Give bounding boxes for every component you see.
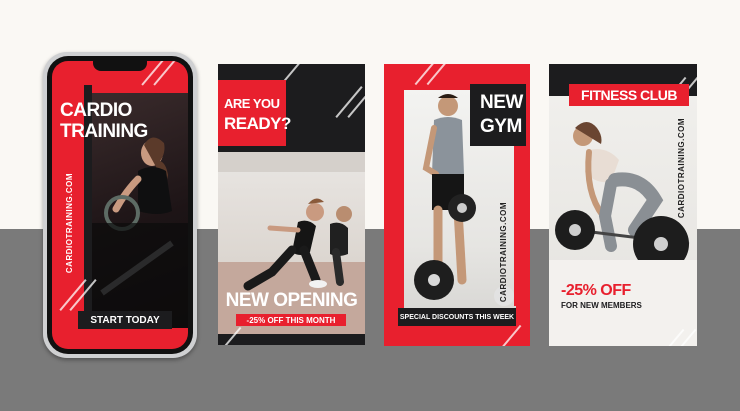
new-members-text: FOR NEW MEMBERS [561, 301, 642, 310]
phone-title-line1: CARDIO [60, 100, 132, 121]
phone-screen: CARDIO TRAINING CARDIOTRAINING.COM START… [52, 61, 188, 349]
headline-line2: GYM [480, 116, 522, 137]
headline-line1: ARE YOU [224, 96, 280, 111]
phone-notch [93, 61, 147, 71]
special-discount-text: SPECIAL DISCOUNTS THIS WEEK [399, 313, 515, 321]
start-today-label: START TODAY [90, 314, 160, 326]
fitness-club-text: FITNESS CLUB [581, 87, 677, 103]
phone-mockup: CARDIO TRAINING CARDIOTRAINING.COM START… [43, 52, 197, 358]
gym-website-text: CARDIOTRAINING.COM [499, 202, 508, 303]
decor-stripe [500, 324, 522, 346]
story-card-new-opening: ARE YOU READY? NEW OPENING -25% OFF THIS… [218, 64, 365, 345]
phone-website-text: CARDIOTRAINING.COM [65, 173, 74, 274]
start-today-button[interactable]: START TODAY [78, 311, 172, 329]
headline-line1: NEW [480, 92, 523, 113]
decor-stripe [414, 64, 436, 86]
story-card-new-gym: NEW GYM CARDIOTRAINING.COM SPECIAL DISCO… [384, 64, 530, 346]
offer-text: -25% OFF THIS MONTH [246, 315, 336, 325]
fitness-website-text: CARDIOTRAINING.COM [677, 118, 686, 219]
headline-line2: READY? [224, 114, 291, 133]
fitness-club-banner: FITNESS CLUB [569, 84, 689, 106]
dark-side-bar [514, 146, 530, 306]
story-card-fitness-club: FITNESS CLUB CARDIOTRAINING.COM -25% OFF… [549, 64, 697, 346]
ready-red-box [218, 80, 286, 146]
offer-badge: -25% OFF THIS MONTH [236, 314, 346, 326]
new-opening-title: NEW OPENING [225, 290, 358, 311]
special-discount-bar: SPECIAL DISCOUNTS THIS WEEK [398, 308, 516, 326]
phone-title-line2: TRAINING [60, 121, 148, 142]
discount-text: -25% OFF [561, 282, 631, 299]
